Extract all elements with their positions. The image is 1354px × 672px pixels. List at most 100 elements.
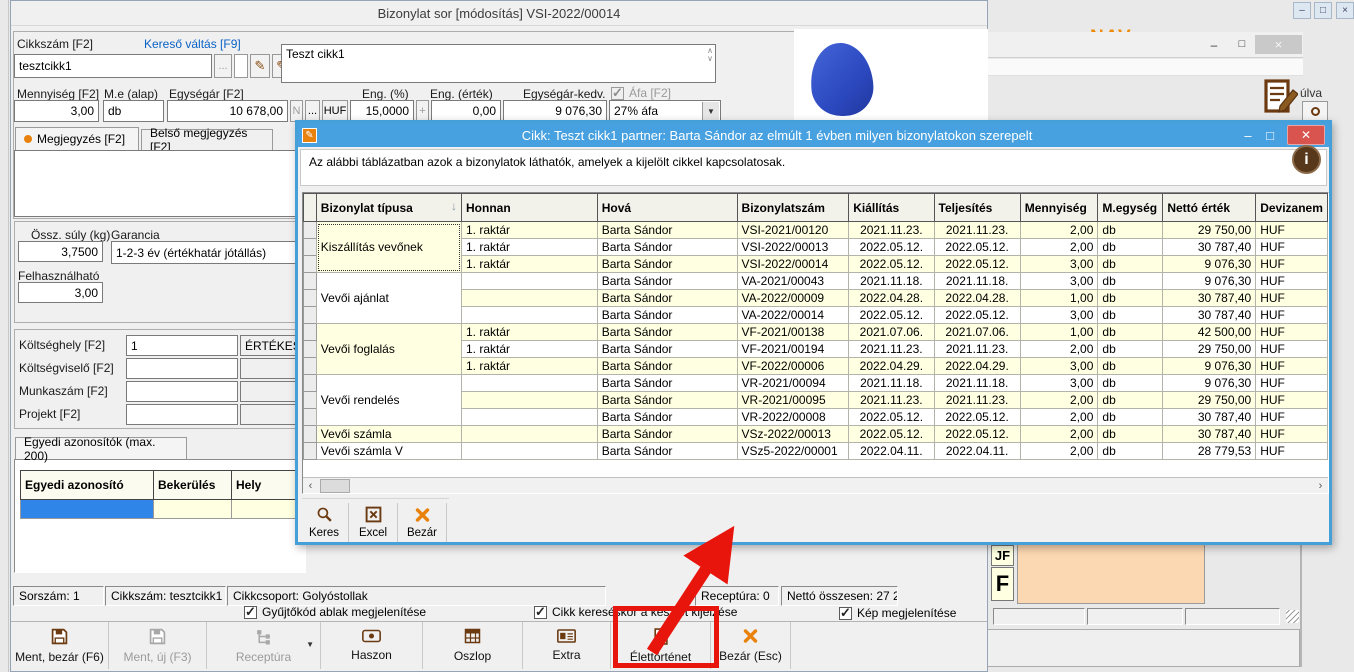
cell-kiallitas[interactable]: 2022.05.12. — [849, 409, 934, 426]
dialog-button-bez-r[interactable]: Bezár — [400, 501, 444, 544]
cell-megyseg[interactable]: db — [1098, 341, 1163, 358]
egyedi-header[interactable]: Bekerülés — [153, 470, 232, 500]
cell-hova[interactable]: Barta Sándor — [597, 273, 737, 290]
cell-honnan[interactable]: 1. raktár — [462, 324, 598, 341]
cell-devizanem[interactable]: HUF — [1256, 222, 1328, 239]
munkasz-m-f2-input[interactable] — [126, 381, 238, 402]
cell-teljesites[interactable]: 2022.05.12. — [934, 426, 1020, 443]
column-header-devizanem[interactable]: Devizanem — [1256, 194, 1328, 222]
currency-button[interactable]: HUF — [322, 100, 348, 122]
minimize-icon[interactable]: – — [1206, 38, 1222, 52]
cell-devizanem[interactable]: HUF — [1256, 290, 1328, 307]
cell-netto[interactable]: 9 076,30 — [1163, 358, 1256, 375]
resize-grip[interactable] — [1286, 610, 1299, 623]
camera-icon[interactable] — [1302, 101, 1328, 121]
cell-mennyiseg[interactable]: 3,00 — [1020, 358, 1098, 375]
cell-teljesites[interactable]: 2022.05.12. — [934, 307, 1020, 324]
cell-mennyiseg[interactable]: 3,00 — [1020, 307, 1098, 324]
mennyiseg-input[interactable]: 3,00 — [14, 100, 99, 122]
garancia-combo[interactable]: 1-2-3 év (értékhatár jótállás) — [111, 241, 299, 264]
row-selector[interactable] — [304, 222, 317, 239]
cell-devizanem[interactable]: HUF — [1256, 256, 1328, 273]
scroll-left-icon[interactable]: ‹ — [303, 479, 318, 493]
cell-honnan[interactable] — [462, 273, 598, 290]
projekt-f2-input[interactable] — [126, 404, 238, 425]
egyedi-cell[interactable] — [153, 500, 232, 519]
cell-devizanem[interactable]: HUF — [1256, 239, 1328, 256]
cell-megyseg[interactable]: db — [1098, 324, 1163, 341]
afa-select[interactable]: 27% áfa▼ — [609, 100, 721, 122]
cell-hova[interactable]: Barta Sándor — [597, 341, 737, 358]
cell-honnan[interactable]: 1. raktár — [462, 341, 598, 358]
row-selector[interactable] — [304, 341, 317, 358]
row-selector[interactable] — [304, 358, 317, 375]
cell-megyseg[interactable]: db — [1098, 426, 1163, 443]
cell-hova[interactable]: Barta Sándor — [597, 392, 737, 409]
maximize-icon[interactable]: □ — [1234, 38, 1250, 52]
doc-type-cell[interactable]: Kiszállítás vevőnek — [316, 222, 461, 273]
cell-devizanem[interactable]: HUF — [1256, 443, 1328, 460]
chevron-down-icon[interactable]: ▼ — [702, 102, 719, 120]
cell-netto[interactable]: 9 076,30 — [1163, 375, 1256, 392]
scroll-right-icon[interactable]: › — [1313, 479, 1328, 493]
cell-mennyiseg[interactable]: 3,00 — [1020, 256, 1098, 273]
cell-bizonylatszam[interactable]: VSz5-2022/00001 — [737, 443, 849, 460]
cell-teljesites[interactable]: 2021.11.23. — [934, 341, 1020, 358]
browse-button[interactable]: ... — [214, 54, 232, 78]
cell-kiallitas[interactable]: 2021.11.23. — [849, 222, 934, 239]
row-selector[interactable] — [304, 443, 317, 460]
minimize-icon[interactable]: – — [1237, 128, 1259, 143]
cell-honnan[interactable] — [462, 409, 598, 426]
row-selector[interactable] — [304, 290, 317, 307]
toolbar-button-recept-ra[interactable]: Receptúra▼ — [207, 622, 321, 669]
doc-type-cell[interactable]: Vevői számla V — [316, 443, 461, 460]
egyedi-cell-selected[interactable] — [20, 500, 154, 519]
cell-hova[interactable]: Barta Sándor — [597, 307, 737, 324]
cell-honnan[interactable]: 1. raktár — [462, 358, 598, 375]
cell-netto[interactable]: 9 076,30 — [1163, 256, 1256, 273]
cell-hova[interactable]: Barta Sándor — [597, 409, 737, 426]
row-selector[interactable] — [304, 392, 317, 409]
n-button[interactable]: N — [290, 100, 303, 122]
cell-hova[interactable]: Barta Sándor — [597, 256, 737, 273]
cell-kiallitas[interactable]: 2022.04.29. — [849, 358, 934, 375]
blank-button[interactable] — [234, 54, 248, 78]
column-header-hov[interactable]: Hová — [597, 194, 737, 222]
cell-honnan[interactable]: 1. raktár — [462, 239, 598, 256]
cell-mennyiseg[interactable]: 2,00 — [1020, 222, 1098, 239]
close-icon[interactable]: × — [1336, 2, 1354, 19]
cell-mennyiseg[interactable]: 2,00 — [1020, 426, 1098, 443]
toolbar-button-oszlop[interactable]: Oszlop — [423, 622, 523, 669]
toolbar-button-haszon[interactable]: Haszon — [321, 622, 423, 669]
cell-hova[interactable]: Barta Sándor — [597, 358, 737, 375]
toolbar-button-extra[interactable]: Extra — [523, 622, 611, 669]
cell-netto[interactable]: 29 750,00 — [1163, 341, 1256, 358]
gyujtokod-checkbox[interactable]: Gyűjtőkód ablak megjelenítése — [244, 605, 426, 619]
cell-mennyiseg[interactable]: 2,00 — [1020, 392, 1098, 409]
cell-hova[interactable]: Barta Sándor — [597, 375, 737, 392]
cell-megyseg[interactable]: db — [1098, 409, 1163, 426]
cell-teljesites[interactable]: 2021.07.06. — [934, 324, 1020, 341]
cell-bizonylatszam[interactable]: VR-2021/00095 — [737, 392, 849, 409]
cell-kiallitas[interactable]: 2022.04.11. — [849, 443, 934, 460]
horizontal-scrollbar[interactable]: ‹ › — [303, 477, 1328, 493]
spinner-arrows-icon[interactable]: ∧∨ — [707, 47, 713, 62]
cell-bizonylatszam[interactable]: VF-2021/00194 — [737, 341, 849, 358]
row-selector[interactable] — [304, 273, 317, 290]
cell-honnan[interactable] — [462, 290, 598, 307]
cell-devizanem[interactable]: HUF — [1256, 375, 1328, 392]
cell-mennyiseg[interactable]: 1,00 — [1020, 290, 1098, 307]
cell-honnan[interactable] — [462, 392, 598, 409]
cell-netto[interactable]: 9 076,30 — [1163, 273, 1256, 290]
cell-netto[interactable]: 30 787,40 — [1163, 290, 1256, 307]
cell-mennyiseg[interactable]: 3,00 — [1020, 273, 1098, 290]
afa-checkbox[interactable]: Áfa [F2] — [611, 86, 671, 100]
eng-pct-input[interactable]: 15,0000 — [350, 100, 414, 122]
row-selector[interactable] — [304, 324, 317, 341]
cell-bizonylatszam[interactable]: VR-2021/00094 — [737, 375, 849, 392]
cell-hova[interactable]: Barta Sándor — [597, 324, 737, 341]
cell-devizanem[interactable]: HUF — [1256, 307, 1328, 324]
minimize-icon[interactable]: – — [1293, 2, 1311, 19]
toolbar-button-bez-r-esc[interactable]: Bezár (Esc) — [711, 622, 791, 669]
dialog-button-excel[interactable]: Excel — [351, 501, 395, 544]
